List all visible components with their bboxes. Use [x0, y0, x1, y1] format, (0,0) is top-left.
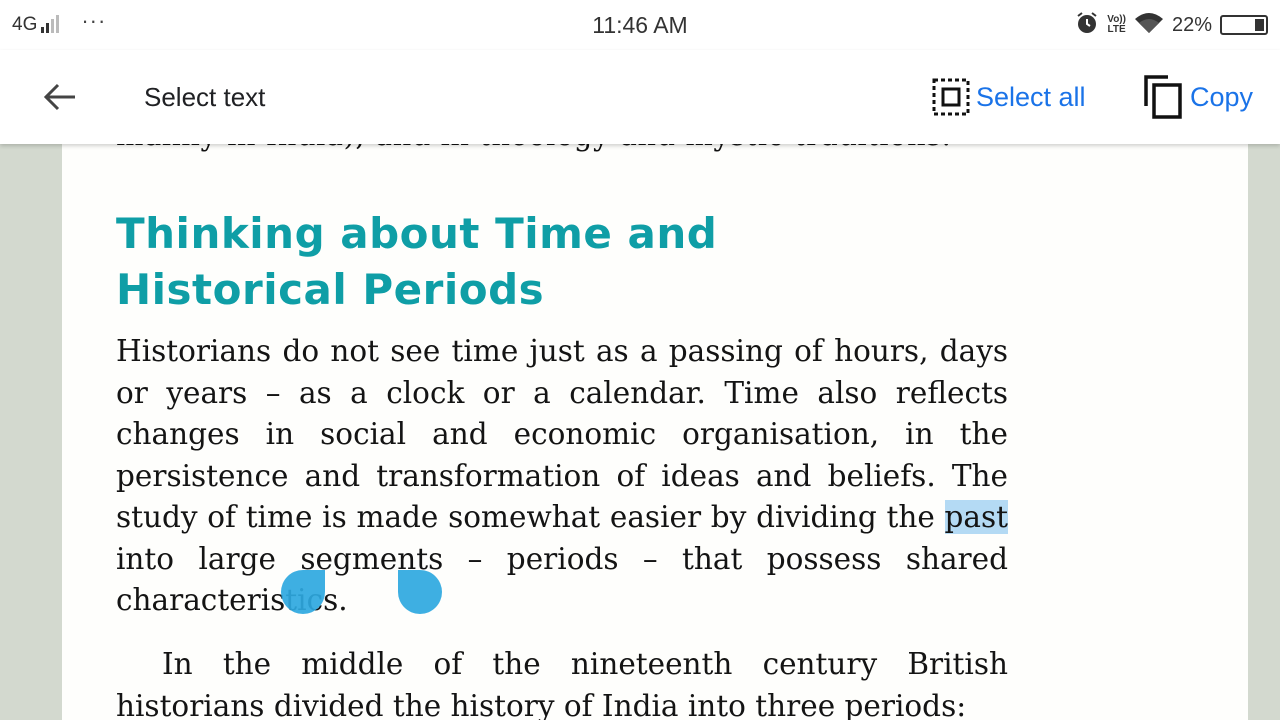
- paragraph-1[interactable]: Historians do not see time just as a pas…: [116, 331, 1008, 622]
- copy-label: Copy: [1190, 81, 1254, 112]
- cutoff-line[interactable]: mainly in India), and in theology and my…: [116, 144, 951, 152]
- selection-toolbar: Select text Select all Copy: [0, 50, 1280, 144]
- battery-icon: [1220, 15, 1268, 35]
- alarm-icon: [1075, 11, 1099, 40]
- status-right: Vo)) LTE 22%: [1067, 11, 1268, 39]
- select-all-icon: [932, 78, 970, 116]
- wifi-icon: [1134, 11, 1164, 40]
- toolbar-title: Select text: [144, 82, 266, 112]
- volte-icon: Vo)) LTE: [1107, 15, 1126, 35]
- selection-start-handle[interactable]: [281, 570, 325, 614]
- paragraph-1-text-after: into large segments – periods – that pos…: [116, 541, 1008, 618]
- battery-percent: 22%: [1171, 13, 1212, 36]
- status-bar: 4G ··· 11:46 AM Vo)) LTE 22%: [0, 0, 1280, 50]
- document-page: mainly in India), and in theology and my…: [62, 144, 1248, 720]
- select-all-label: Select all: [976, 81, 1086, 112]
- selection-end-handle[interactable]: [398, 570, 442, 614]
- volte-bottom: LTE: [1107, 24, 1126, 35]
- select-all-button[interactable]: Select all: [932, 76, 1086, 118]
- arrow-back-icon: [43, 83, 75, 111]
- back-button[interactable]: [36, 76, 84, 118]
- copy-button[interactable]: Copy: [1142, 74, 1253, 120]
- copy-icon: [1144, 75, 1182, 119]
- selected-text[interactable]: past: [944, 500, 1008, 534]
- paragraph-1-text-before: Historians do not see time just as a pas…: [116, 334, 1008, 534]
- section-heading[interactable]: Thinking about Time and Historical Perio…: [116, 206, 736, 318]
- paragraph-2[interactable]: In the middle of the nineteenth century …: [116, 644, 1008, 720]
